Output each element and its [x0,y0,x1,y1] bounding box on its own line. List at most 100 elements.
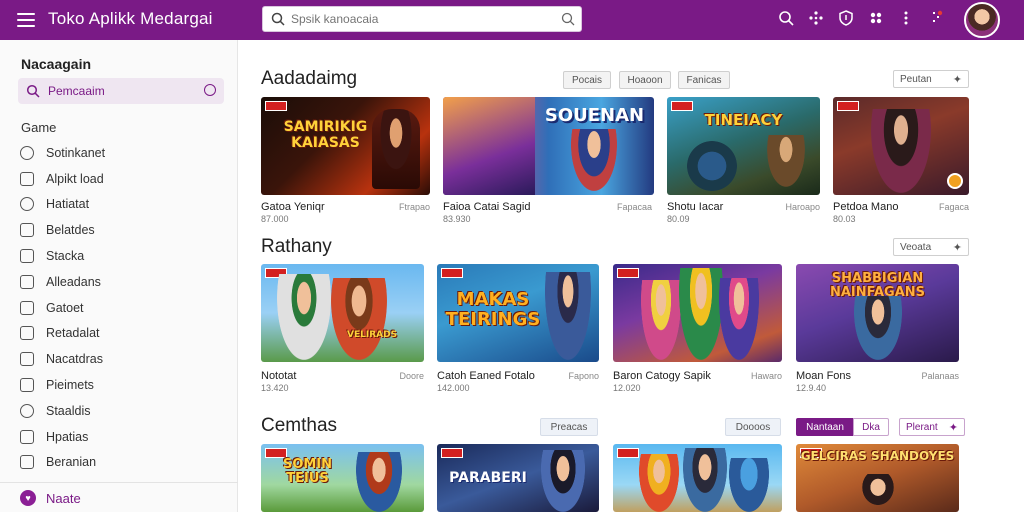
sidebar-heading: Nacaagain [21,56,92,72]
game-name: Catoh Eaned Fotalo [437,370,535,382]
game-thumbnail: MAKAS TEIRINGS [437,264,599,362]
thumbnail-art-text: TINEIACY [704,111,783,129]
game-card[interactable] [613,444,782,512]
game-card[interactable]: MAKAS TEIRINGS Catoh Eaned Fotalo Fapono… [437,264,599,394]
search-bar[interactable] [262,6,582,32]
game-thumbnail [833,97,969,195]
puzzle-icon[interactable] [868,10,884,26]
badge-icon [671,101,693,111]
game-card[interactable]: GELCIRAS SHANDOYES [796,444,959,512]
sidebar-active-label: Pemcaaim [48,84,105,98]
game-thumbnail: VELIRADS [261,264,424,362]
thumbnail-art-text: GELCIRAS SHANDOYES [800,449,955,463]
clock-icon [20,145,34,160]
sidebar-item[interactable]: Alpikt load [20,166,230,192]
character-art [545,272,591,360]
sidebar-item[interactable]: Belatdes [20,217,230,243]
game-thumbnail: PARABERI [437,444,599,512]
sidebar-item[interactable]: Pieimets [20,372,230,398]
game-card[interactable]: TINEIACY Shotu Iacar Haroapo 80.09 [667,97,820,227]
search-input[interactable] [291,10,551,28]
sidebar-subheading: Game [21,120,57,135]
plus-icon: ✦ [948,421,958,434]
plus-icon: ✦ [952,73,962,86]
game-card[interactable]: Baron Catogy Sapik Hawaro 12.020 [613,264,782,394]
search-icon [271,12,285,26]
coin-icon [947,173,963,189]
filter-chip[interactable]: Hoaoon [619,71,671,89]
folder-icon [20,171,34,186]
sidebar-item[interactable]: Beranian [20,450,230,476]
doc-icon [20,326,34,341]
shield-icon[interactable] [838,10,854,26]
badge-icon [617,448,639,458]
filter-chip[interactable]: Fanicas [678,71,730,89]
sidebar-item[interactable]: Alleadans [20,269,230,295]
game-thumbnail: SOMIN TEIUS [261,444,424,512]
sidebar-list: Sotinkanet Alpikt load Hatiatat Belatdes… [20,140,230,475]
game-price: 87.000 [261,214,289,224]
character-art [372,109,420,189]
sidebar-item[interactable]: Nacatdras [20,346,230,372]
character-art [856,474,900,512]
game-meta: Fagaca [938,202,969,212]
filter-chip[interactable]: Doooos [725,418,781,436]
character-art [639,454,679,512]
game-card[interactable]: SAMIRIKIG KAIASAS Gatoa Yeniqr Ftrapao 8… [261,97,430,227]
apps-icon[interactable] [808,10,824,26]
game-card[interactable]: SHABBIGIAN NAINFAGANS Moan Fons Palanaas… [796,264,959,394]
wallet-icon [20,455,34,470]
see-more-button[interactable]: Plerant ✦ [899,418,965,436]
top-icon-group [778,10,944,26]
search-submit-icon[interactable] [561,12,575,26]
sidebar-item[interactable]: Retadalat [20,321,230,347]
see-more-label: Peutan [900,73,932,85]
user-avatar[interactable] [964,2,1000,38]
thumbnail-art-text: VELIRADS [347,330,398,340]
game-thumbnail: GELCIRAS SHANDOYES [796,444,959,512]
creature-art [687,141,737,191]
sidebar-item[interactable]: Staaldis [20,398,230,424]
search-icon[interactable] [778,10,794,26]
game-card[interactable]: PARABERI [437,444,599,512]
game-name: Petdoa Mano [833,201,899,213]
sidebar-item[interactable]: Hatiatat [20,192,230,218]
sidebar-bottom-item[interactable]: ♥ Naate [20,490,81,506]
hamburger-menu-icon[interactable] [16,10,36,30]
game-card[interactable]: Petdoa Mano Fagaca 80.03 [833,97,969,227]
sidebar-item-label: Gatoet [46,300,84,315]
sidebar-item[interactable]: Stacka [20,243,230,269]
tag-icon [20,429,34,444]
more-icon[interactable] [898,10,914,26]
notification-icon[interactable] [928,10,944,26]
game-thumbnail: SHABBIGIAN NAINFAGANS [796,264,959,362]
sidebar-item[interactable]: Gatoet [20,295,230,321]
game-card[interactable]: SOMIN TEIUS [261,444,424,512]
game-card[interactable]: SOUENAN Faioa Catai Sagid Fapacaa 83.930 [443,97,654,227]
game-price: 13.420 [261,383,289,393]
history-icon [20,197,34,212]
toggle-option-active[interactable]: Nantaan [796,418,854,436]
character-art [764,135,808,193]
sidebar-item-label: Staaldis [46,403,91,418]
character-art [871,109,931,193]
game-meta: Palanaas [921,371,959,381]
sidebar-item[interactable]: Hpatias [20,424,230,450]
thumbnail-art-text: SOMIN TEIUS [282,457,333,486]
sidebar-item-label: Stacka [46,249,85,264]
app-title: Toko Aplikk Medargai [48,9,213,28]
character-art [571,129,617,191]
filter-chip[interactable]: Pocais [563,71,611,89]
toggle-option[interactable]: Dka [853,418,889,436]
badge-icon [617,268,639,278]
sidebar-item[interactable]: Sotinkanet [20,140,230,166]
top-app-bar: Toko Aplikk Medargai [0,0,1024,40]
see-more-button[interactable]: Veoata ✦ [893,238,969,256]
game-thumbnail [613,444,782,512]
filter-chip[interactable]: Preacas [540,418,598,436]
see-more-button[interactable]: Peutan ✦ [893,70,969,88]
gift-icon [20,300,34,315]
game-card[interactable]: VELIRADS Nototat Doore 13.420 [261,264,424,394]
sidebar-item-active[interactable]: Pemcaaim [18,78,224,104]
creature-art [729,458,769,512]
